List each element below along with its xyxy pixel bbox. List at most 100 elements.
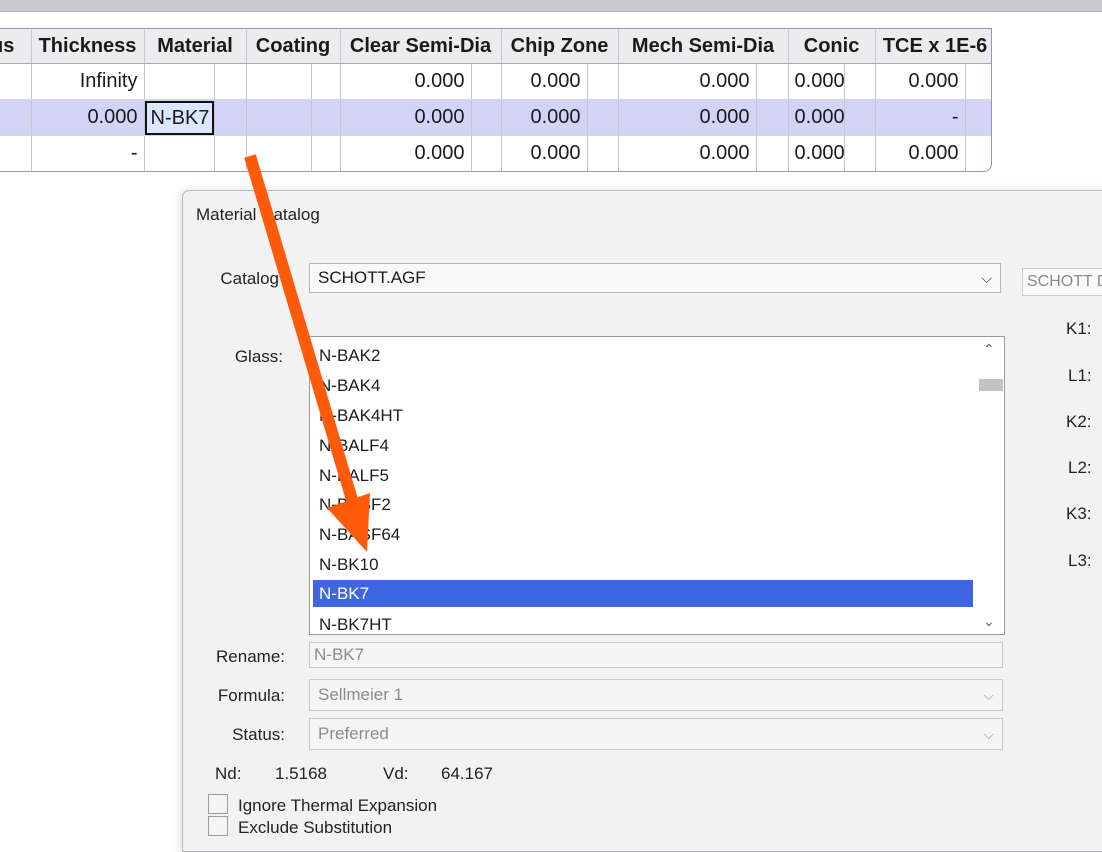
cell-solve[interactable] <box>214 63 247 100</box>
cell-conic[interactable]: 0.000 <box>788 99 845 136</box>
checkbox[interactable] <box>208 794 228 814</box>
cell[interactable] <box>0 99 32 136</box>
col-header-chip-zone[interactable]: Chip Zone <box>501 29 619 64</box>
glass-label: Glass: <box>234 347 283 366</box>
col-header-mech-semi-dia[interactable]: Mech Semi-Dia <box>618 29 789 64</box>
cell-chip-zone[interactable]: 0.000 <box>501 99 588 136</box>
cell-solve[interactable] <box>844 135 876 171</box>
cell-solve[interactable] <box>587 99 619 136</box>
cell-material[interactable]: N-BK7 <box>144 99 215 136</box>
scrollbar-thumb[interactable] <box>979 379 1003 391</box>
cell-solve[interactable] <box>965 135 991 171</box>
col-header-tce[interactable]: TCE x 1E-6 <box>875 29 991 64</box>
cell-thickness[interactable]: - <box>31 135 145 171</box>
list-item[interactable]: N-BALF4 <box>313 432 973 459</box>
cell-solve[interactable] <box>844 99 876 136</box>
cell-tce[interactable]: 0.000 <box>875 63 966 100</box>
surface-table: us Thickness Material Coating Clear Semi… <box>0 29 991 171</box>
chevron-down-icon: ⌵ <box>983 687 994 703</box>
chevron-up-icon[interactable]: ⌃ <box>983 341 995 358</box>
cell-tce[interactable]: 0.000 <box>875 135 966 171</box>
cell-mech-semi-dia[interactable]: 0.000 <box>618 63 757 100</box>
nd-label: Nd: <box>215 764 242 783</box>
cell-clear-semi-dia[interactable]: 0.000 <box>340 63 472 100</box>
cell-mech-semi-dia[interactable]: 0.000 <box>618 135 757 171</box>
cell-tce[interactable]: - <box>875 99 966 136</box>
checkbox[interactable] <box>208 816 228 836</box>
formula-label: Formula: <box>217 686 285 705</box>
list-item[interactable]: N-BASF64 <box>313 521 973 548</box>
coef-l2-label: L2: <box>1068 458 1092 477</box>
coef-k2-label: K2: <box>1066 412 1092 431</box>
formula-dropdown[interactable]: Sellmeier 1 ⌵ <box>309 679 1003 711</box>
cell-material[interactable] <box>144 135 215 171</box>
ignore-thermal-checkbox[interactable]: Ignore Thermal Expansion <box>208 794 437 816</box>
cell-solve[interactable] <box>844 63 876 100</box>
col-header-thickness[interactable]: Thickness <box>31 29 145 64</box>
cell-solve[interactable] <box>311 135 341 171</box>
col-header-coating[interactable]: Coating <box>246 29 341 64</box>
list-item[interactable]: N-BALF5 <box>313 462 973 489</box>
cell-solve[interactable] <box>471 135 502 171</box>
exclude-substitution-checkbox[interactable]: Exclude Substitution <box>208 816 392 838</box>
list-scrollbar[interactable]: ⌃ ⌄ <box>977 337 1004 634</box>
cell-solve[interactable] <box>471 99 502 136</box>
list-item[interactable]: N-BAK4 <box>313 372 973 399</box>
cell-solve[interactable] <box>311 63 341 100</box>
table-row-selected[interactable]: 0.000 N-BK7 0.000 0.000 0.000 0.000 - <box>0 99 991 136</box>
cell-conic[interactable]: 0.000 <box>788 63 845 100</box>
cell-solve[interactable] <box>214 135 247 171</box>
ignore-thermal-label: Ignore Thermal Expansion <box>238 796 438 815</box>
list-item[interactable]: N-BK7HT <box>313 611 973 634</box>
table-row[interactable]: - 0.000 0.000 0.000 0.000 0.000 <box>0 135 991 171</box>
dialog-title: Material Catalog <box>196 205 320 224</box>
cell-solve[interactable] <box>214 99 247 136</box>
cell-solve[interactable] <box>471 63 502 100</box>
coef-k1-label: K1: <box>1066 319 1092 338</box>
cell-clear-semi-dia[interactable]: 0.000 <box>340 99 472 136</box>
col-header-clear-semi-dia[interactable]: Clear Semi-Dia <box>340 29 502 64</box>
cell-solve[interactable] <box>756 135 789 171</box>
cell-chip-zone[interactable]: 0.000 <box>501 63 588 100</box>
cell-solve[interactable] <box>311 99 341 136</box>
coef-k3-label: K3: <box>1066 504 1092 523</box>
rename-label: Rename: <box>216 647 285 666</box>
cell-conic[interactable]: 0.000 <box>788 135 845 171</box>
cell-solve[interactable] <box>587 135 619 171</box>
col-header-radius[interactable]: us <box>0 29 32 64</box>
cell-solve[interactable] <box>756 99 789 136</box>
col-header-conic[interactable]: Conic <box>788 29 876 64</box>
cell-solve[interactable] <box>965 99 991 136</box>
cell-coating[interactable] <box>246 63 312 100</box>
cell-solve[interactable] <box>756 63 789 100</box>
cell-thickness[interactable]: 0.000 <box>31 99 145 136</box>
catalog-dropdown[interactable]: SCHOTT.AGF ⌵ <box>309 263 1001 293</box>
rename-input[interactable]: N-BK7 <box>309 642 1003 668</box>
cell[interactable] <box>0 63 32 100</box>
cell-chip-zone[interactable]: 0.000 <box>501 135 588 171</box>
col-header-material[interactable]: Material <box>144 29 247 64</box>
cell-solve[interactable] <box>587 63 619 100</box>
cell[interactable] <box>0 135 32 171</box>
list-item[interactable]: N-BK10 <box>313 551 973 578</box>
list-item-selected[interactable]: N-BK7 <box>313 580 973 607</box>
cell-solve[interactable] <box>965 63 991 100</box>
catalog-description-field: SCHOTT D <box>1022 268 1102 296</box>
status-dropdown[interactable]: Preferred ⌵ <box>309 718 1003 750</box>
cell-material[interactable] <box>144 63 215 100</box>
glass-listbox[interactable]: N-BAK2 N-BAK4 N-BAK4HT N-BALF4 N-BALF5 N… <box>309 336 1005 635</box>
cell-coating[interactable] <box>246 99 312 136</box>
cell-thickness[interactable]: Infinity <box>31 63 145 100</box>
chevron-down-icon[interactable]: ⌄ <box>983 613 995 630</box>
cell-clear-semi-dia[interactable]: 0.000 <box>340 135 472 171</box>
status-value: Preferred <box>318 724 389 743</box>
chevron-down-icon: ⌵ <box>983 726 994 742</box>
cell-mech-semi-dia[interactable]: 0.000 <box>618 99 757 136</box>
list-item[interactable]: N-BAK4HT <box>313 402 973 429</box>
list-item[interactable]: N-BAK2 <box>313 342 973 369</box>
formula-value: Sellmeier 1 <box>318 685 404 704</box>
cell-coating[interactable] <box>246 135 312 171</box>
list-item[interactable]: N-BASF2 <box>313 491 973 518</box>
table-row[interactable]: Infinity 0.000 0.000 0.000 0.000 0.000 <box>0 63 991 100</box>
material-cell-editor[interactable]: N-BK7 <box>144 100 213 135</box>
